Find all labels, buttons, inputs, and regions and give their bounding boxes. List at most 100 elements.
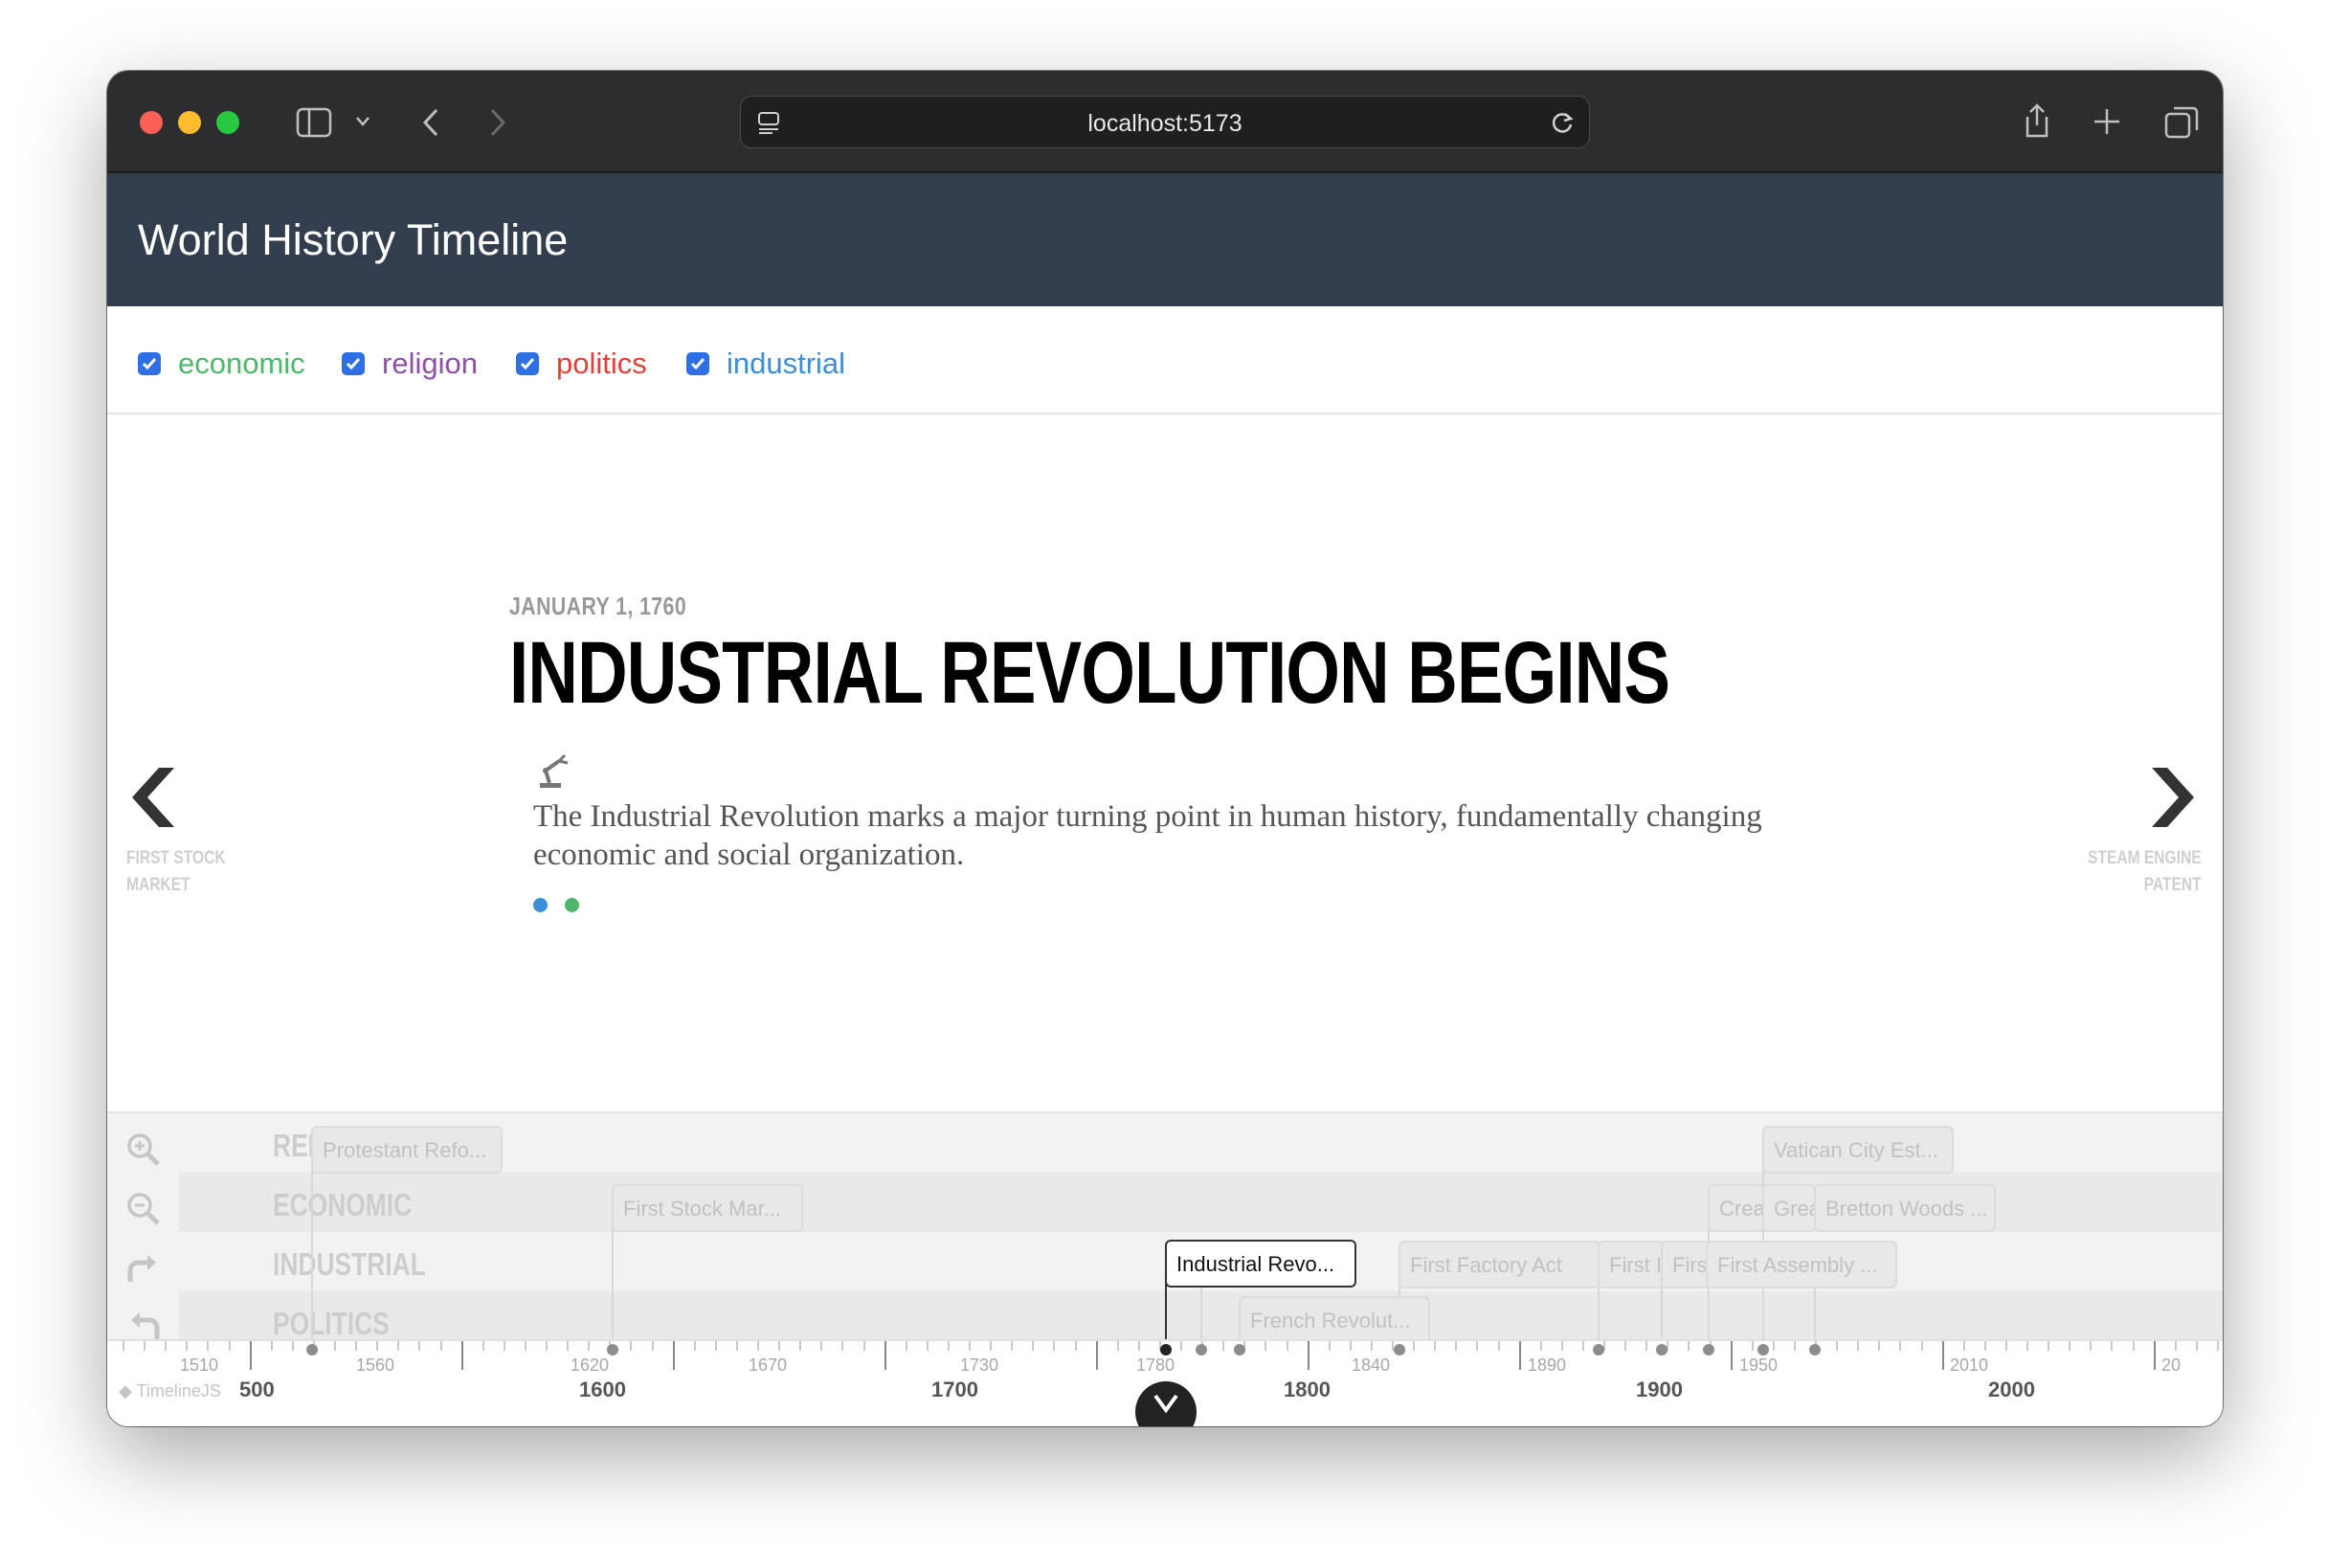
- timeline-event[interactable]: Crea: [1708, 1184, 1765, 1232]
- axis-tick: [270, 1341, 273, 1351]
- tab-overview-icon[interactable]: [2164, 105, 2199, 140]
- axis-tick: [186, 1341, 189, 1351]
- event-marker[interactable]: [607, 1344, 618, 1355]
- axis-tick: [2111, 1341, 2114, 1351]
- axis-tick: [969, 1341, 971, 1351]
- event-marker[interactable]: [1234, 1344, 1245, 1355]
- axis-tick: [144, 1341, 146, 1351]
- forward-arrow-icon[interactable]: [487, 107, 508, 138]
- filter-industrial[interactable]: industrial: [686, 347, 845, 381]
- tick-label-minor: 1890: [1528, 1355, 1567, 1375]
- event-marker[interactable]: [1593, 1344, 1604, 1355]
- filter-politics[interactable]: politics: [516, 347, 647, 381]
- back-arrow-icon[interactable]: [420, 107, 441, 138]
- story-slide: JANUARY 1, 1760 INDUSTRIAL REVOLUTION BE…: [107, 414, 2223, 1111]
- axis-tick: [165, 1341, 168, 1351]
- event-marker[interactable]: [1394, 1344, 1405, 1355]
- axis-tick: [1497, 1341, 1500, 1351]
- browser-toolbar: localhost:5173: [107, 71, 2223, 173]
- prev-slide-label[interactable]: FIRST STOCK MARKET: [126, 845, 226, 899]
- event-line: [311, 1159, 313, 1339]
- axis-tick: [1857, 1341, 1860, 1351]
- event-marker[interactable]: [1656, 1344, 1668, 1355]
- tick-label-minor: 1670: [749, 1355, 788, 1375]
- axis-tick: [757, 1341, 759, 1351]
- tick-label-minor: 1780: [1136, 1355, 1175, 1375]
- axis-tick: [1581, 1341, 1584, 1351]
- timeline-event[interactable]: Vatican City Est...: [1762, 1126, 1954, 1174]
- next-slide-label[interactable]: STEAM ENGINE PATENT: [2088, 845, 2202, 899]
- timeline-event[interactable]: First I: [1598, 1241, 1665, 1288]
- event-marker[interactable]: [1809, 1344, 1821, 1355]
- filter-religion[interactable]: religion: [342, 347, 478, 381]
- timeline-event[interactable]: First Factory Act: [1399, 1241, 1601, 1288]
- axis-tick: [630, 1341, 633, 1351]
- axis-tick: [1328, 1341, 1331, 1351]
- filter-economic[interactable]: economic: [138, 347, 305, 381]
- timeline-event[interactable]: Firs: [1661, 1241, 1711, 1288]
- axis-tick: [397, 1341, 400, 1351]
- timeline-event[interactable]: Protestant Refo...: [311, 1126, 503, 1174]
- next-slide-chevron-icon[interactable]: [2146, 764, 2200, 831]
- tick-label-major: 2000: [1988, 1378, 2035, 1401]
- close-window-button[interactable]: [140, 111, 163, 134]
- axis-tick: [2090, 1341, 2093, 1351]
- timelinejs-credit[interactable]: ◆ TimelineJS: [119, 1381, 221, 1401]
- prev-slide-chevron-icon[interactable]: [126, 764, 180, 831]
- axis-tick: [439, 1341, 442, 1351]
- axis-tick: [1307, 1341, 1310, 1370]
- minimize-window-button[interactable]: [178, 111, 201, 134]
- timeline-event[interactable]: First Stock Mar...: [612, 1184, 803, 1232]
- axis-tick: [1032, 1341, 1035, 1351]
- event-marker[interactable]: [306, 1344, 318, 1355]
- new-tab-icon[interactable]: [2093, 107, 2121, 136]
- address-bar[interactable]: localhost:5173: [740, 96, 1590, 148]
- axis-tick: [1645, 1341, 1648, 1351]
- axis-tick: [2004, 1341, 2007, 1351]
- timeline-event[interactable]: French Revolut...: [1239, 1296, 1430, 1344]
- axis-tick: [778, 1341, 781, 1351]
- event-marker[interactable]: [1757, 1344, 1769, 1355]
- timeline-event-active[interactable]: Industrial Revo...: [1165, 1240, 1356, 1288]
- axis-tick: [2069, 1341, 2071, 1351]
- checkbox-politics[interactable]: [516, 352, 539, 375]
- event-marker[interactable]: [1196, 1344, 1207, 1355]
- group-label-politics: POLITICS: [273, 1306, 390, 1341]
- redo-icon[interactable]: [124, 1249, 163, 1288]
- axis-tick: [990, 1341, 993, 1351]
- event-marker-active[interactable]: [1160, 1344, 1172, 1355]
- share-icon[interactable]: [2022, 101, 2052, 140]
- filter-economic-label: economic: [178, 347, 305, 380]
- axis-tick: [947, 1341, 950, 1351]
- app-header: World History Timeline: [107, 173, 2223, 306]
- tick-label-major: 1900: [1636, 1378, 1683, 1401]
- timeline-event[interactable]: Bretton Woods ...: [1814, 1184, 1996, 1232]
- chevron-down-icon[interactable]: [354, 115, 371, 128]
- axis-tick: [1793, 1341, 1796, 1351]
- axis-tick: [1074, 1341, 1077, 1351]
- tick-label-minor: 2010: [1950, 1355, 1989, 1375]
- event-marker[interactable]: [1703, 1344, 1714, 1355]
- axis-tick: [1265, 1341, 1267, 1351]
- axis-tick: [1011, 1341, 1014, 1351]
- axis-tick: [291, 1341, 294, 1351]
- zoom-window-button[interactable]: [216, 111, 239, 134]
- checkbox-economic[interactable]: [138, 352, 161, 375]
- axis-tick: [228, 1341, 231, 1351]
- zoom-in-icon[interactable]: [124, 1131, 163, 1169]
- axis-tick: [884, 1341, 886, 1370]
- timeline-event[interactable]: First Assembly ...: [1706, 1241, 1897, 1288]
- axis-tick: [1222, 1341, 1225, 1351]
- zoom-out-icon[interactable]: [124, 1190, 163, 1228]
- axis-tick: [524, 1341, 526, 1351]
- axis-tick: [123, 1341, 124, 1351]
- axis-tick: [1688, 1341, 1690, 1351]
- sidebar-toggle-icon[interactable]: [296, 107, 332, 138]
- checkbox-religion[interactable]: [342, 352, 365, 375]
- axis-tick: [1836, 1341, 1839, 1351]
- reload-icon[interactable]: [1551, 110, 1576, 135]
- checkbox-industrial[interactable]: [686, 352, 709, 375]
- axis-tick: [2216, 1341, 2219, 1351]
- axis-tick: [1539, 1341, 1542, 1351]
- timeline-event[interactable]: Grea: [1762, 1184, 1816, 1232]
